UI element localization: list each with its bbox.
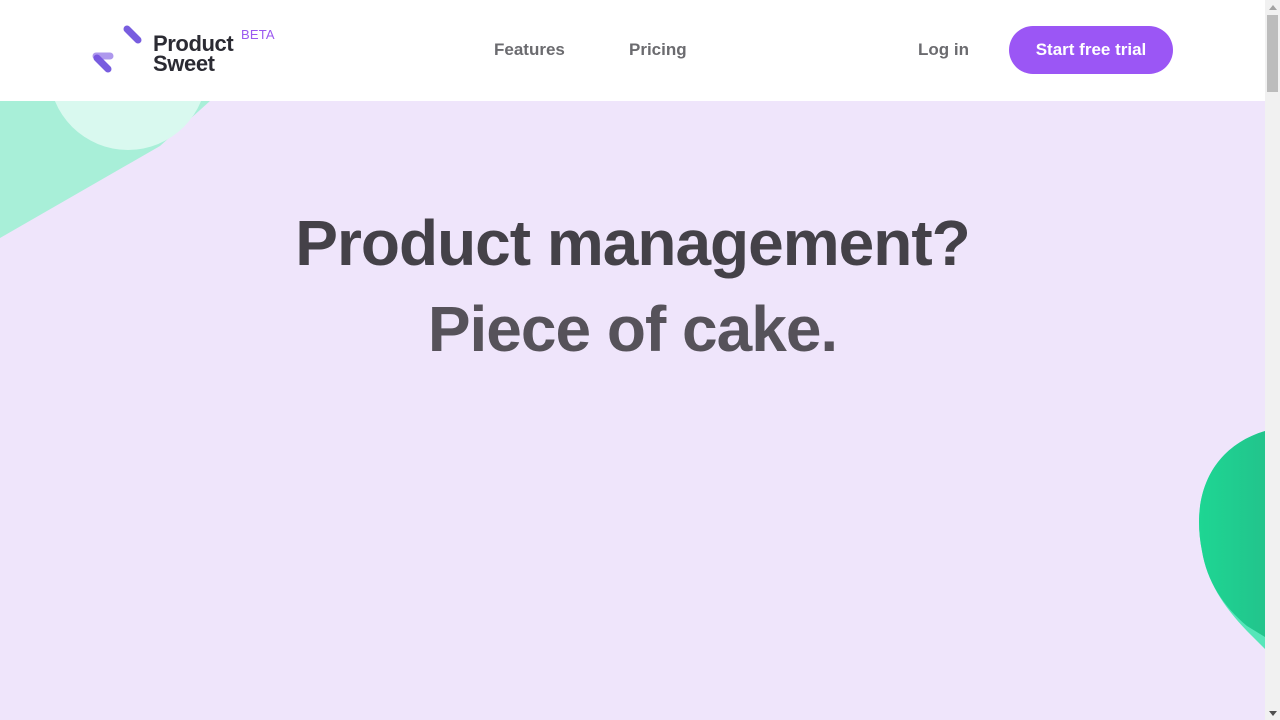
decorative-shape-right — [1199, 431, 1265, 649]
nav-pricing-link[interactable]: Pricing — [629, 39, 687, 61]
beta-badge: BETA — [241, 27, 275, 42]
hero-section: Product management? Piece of cake. — [0, 101, 1265, 720]
arrow-up-icon — [1268, 4, 1277, 10]
brand-name-line2: Sweet — [153, 51, 215, 76]
scrollbar-thumb[interactable] — [1267, 15, 1278, 92]
brand-logo-link[interactable]: Product Sweet BETA — [92, 24, 292, 78]
scroll-up-button[interactable] — [1265, 0, 1280, 14]
scroll-down-button[interactable] — [1265, 706, 1280, 720]
page: Product Sweet BETA Features Pricing Log … — [0, 0, 1265, 720]
site-header: Product Sweet BETA Features Pricing Log … — [0, 0, 1265, 101]
nav-features-link[interactable]: Features — [494, 39, 565, 61]
brand-name: Product Sweet — [153, 33, 234, 76]
productsweet-logo-icon — [92, 25, 142, 73]
vertical-scrollbar[interactable] — [1265, 0, 1280, 720]
arrow-down-icon — [1268, 710, 1277, 716]
hero-headline-line1: Product management? — [295, 207, 970, 279]
hero-headline-line2: Piece of cake. — [427, 293, 838, 365]
start-free-trial-button[interactable]: Start free trial — [1009, 26, 1173, 74]
login-link[interactable]: Log in — [918, 39, 969, 61]
